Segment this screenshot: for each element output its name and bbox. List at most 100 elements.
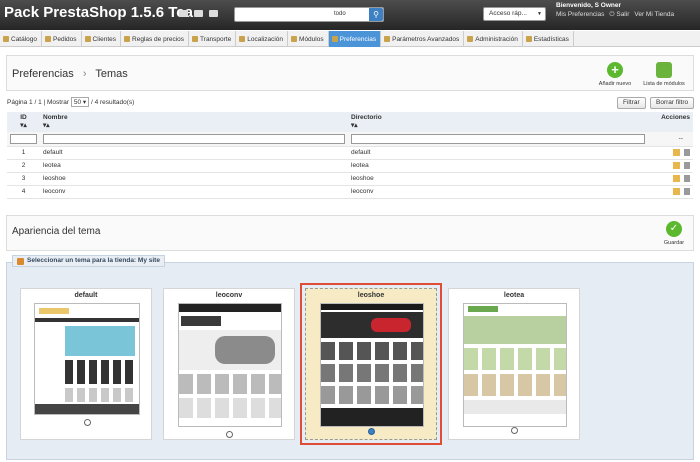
tab-shipping[interactable]: Transporte bbox=[189, 31, 237, 47]
breadcrumb: Preferencias › Temas bbox=[12, 68, 128, 80]
page-title: Temas bbox=[95, 68, 128, 80]
filter-button[interactable]: Filtrar bbox=[617, 97, 646, 109]
preferences-icon bbox=[331, 36, 338, 42]
per-page-select[interactable]: 50 ▾ bbox=[70, 97, 90, 107]
tab-price-rules[interactable]: Reglas de precios bbox=[121, 31, 190, 47]
chevron-down-icon: ▼ bbox=[537, 11, 542, 17]
filter-id-input[interactable] bbox=[10, 133, 37, 144]
theme-name: leotea bbox=[503, 292, 525, 299]
theme-preview-leoconv bbox=[178, 303, 282, 427]
my-preferences-link[interactable]: Mis Preferencias bbox=[556, 11, 604, 19]
tab-localization[interactable]: Localización bbox=[236, 31, 289, 47]
cart-icon[interactable] bbox=[179, 10, 188, 17]
theme-legend: Seleccionar un tema para la tienda: My s… bbox=[12, 255, 165, 267]
shipping-icon bbox=[192, 36, 199, 42]
administration-icon bbox=[467, 36, 474, 42]
welcome-text: Bienvenido, S Owner bbox=[556, 2, 622, 9]
save-button[interactable]: ✓ Guardar bbox=[660, 221, 688, 246]
catalog-icon bbox=[3, 36, 9, 42]
theme-name: leoshoe bbox=[357, 292, 385, 299]
appearance-panel bbox=[6, 215, 694, 251]
tab-stats[interactable]: Estadísticas bbox=[523, 31, 574, 47]
column-id[interactable]: ID ▾▴ bbox=[7, 112, 40, 132]
reset-filter-button[interactable]: Borrar filtro bbox=[650, 97, 695, 109]
delete-icon[interactable] bbox=[684, 175, 690, 182]
edit-icon[interactable] bbox=[673, 188, 680, 195]
filter-dash: -- bbox=[648, 132, 693, 147]
theme-preview-default bbox=[34, 303, 140, 415]
module-list-label: Lista de módulos bbox=[643, 81, 685, 87]
add-new-label: Añadir nuevo bbox=[598, 81, 632, 87]
tab-administration[interactable]: Administración bbox=[464, 31, 523, 47]
theme-preview-leotea bbox=[463, 303, 567, 427]
check-icon: ✓ bbox=[666, 221, 682, 237]
search-button[interactable]: ⚲ bbox=[369, 8, 383, 21]
breadcrumb-parent[interactable]: Preferencias bbox=[12, 68, 74, 80]
column-name[interactable]: Nombre ▾▴ bbox=[40, 112, 348, 132]
main-menu: Catálogo Pedidos Clientes Reglas de prec… bbox=[0, 31, 700, 47]
edit-icon[interactable] bbox=[673, 162, 680, 169]
theme-preview-leoshoe bbox=[320, 303, 424, 427]
customers-icon bbox=[84, 36, 91, 42]
search-icon: ⚲ bbox=[373, 10, 379, 19]
table-row[interactable]: 3 leoshoe leoshoe bbox=[7, 172, 693, 186]
add-icon: + bbox=[607, 62, 623, 78]
theme-name: default bbox=[74, 292, 98, 299]
theme-name: leoconv bbox=[215, 292, 243, 299]
theme-radio-leoconv[interactable] bbox=[226, 431, 233, 438]
modules-icon bbox=[291, 36, 298, 42]
shop-title: Pack PrestaShop 1.5.6 Tea bbox=[4, 4, 193, 21]
filter-name-input[interactable] bbox=[43, 133, 345, 144]
quick-access-label: Acceso ráp... bbox=[489, 10, 527, 17]
tab-preferences[interactable]: Preferencias bbox=[328, 31, 382, 47]
delete-icon[interactable] bbox=[684, 188, 690, 195]
table-row[interactable]: 2 leotea leotea bbox=[7, 159, 693, 173]
logout-link[interactable]: ⏻ Salir bbox=[609, 11, 629, 19]
theme-card-leoconv[interactable]: leoconv bbox=[163, 288, 295, 440]
puzzle-icon bbox=[656, 62, 672, 78]
pagination: Página 1 / 1 | Mostrar 50 ▾ / 4 resultad… bbox=[7, 97, 134, 107]
delete-icon[interactable] bbox=[684, 162, 690, 169]
delete-icon[interactable] bbox=[684, 149, 690, 156]
advanced-parameters-icon bbox=[384, 36, 391, 42]
save-label: Guardar bbox=[663, 240, 685, 246]
results-count: / 4 resultado(s) bbox=[90, 99, 135, 106]
orders-icon bbox=[45, 36, 52, 42]
tab-customers[interactable]: Clientes bbox=[82, 31, 122, 47]
edit-icon[interactable] bbox=[673, 149, 680, 156]
pagination-label: Página 1 / 1 | Mostrar bbox=[7, 99, 70, 106]
appearance-title: Apariencia del tema bbox=[12, 226, 101, 237]
customers-icon[interactable] bbox=[194, 10, 203, 17]
column-actions: Acciones bbox=[648, 112, 693, 132]
tab-catalog[interactable]: Catálogo bbox=[0, 31, 43, 47]
palette-icon bbox=[17, 257, 24, 265]
edit-icon[interactable] bbox=[673, 175, 680, 182]
search-scope-select[interactable]: todo bbox=[331, 8, 371, 21]
breadcrumb-separator: › bbox=[82, 68, 87, 80]
localization-icon bbox=[239, 36, 246, 42]
theme-radio-default[interactable] bbox=[84, 419, 91, 426]
filter-directory-input[interactable] bbox=[351, 133, 645, 144]
price-rules-icon bbox=[124, 36, 131, 42]
tab-advanced-parameters[interactable]: Parámetros Avanzados bbox=[381, 31, 465, 47]
theme-radio-leotea[interactable] bbox=[511, 427, 518, 434]
view-shop-link[interactable]: Ver Mi Tienda bbox=[634, 11, 674, 19]
table-row[interactable]: 1 default default bbox=[7, 146, 693, 160]
module-list-button[interactable]: Lista de módulos bbox=[638, 62, 690, 87]
header-icons bbox=[179, 10, 218, 17]
search-box[interactable]: todo ⚲ bbox=[234, 7, 384, 22]
add-new-button[interactable]: + Añadir nuevo bbox=[593, 62, 637, 87]
tab-orders[interactable]: Pedidos bbox=[42, 31, 82, 47]
tab-modules[interactable]: Módulos bbox=[288, 31, 329, 47]
theme-card-default[interactable]: default bbox=[20, 288, 152, 440]
theme-card-leotea[interactable]: leotea bbox=[448, 288, 580, 440]
themes-table: ID ▾▴ Nombre ▾▴ Directorio ▾▴ Acciones -- 1… bbox=[7, 112, 693, 199]
theme-card-leoshoe[interactable]: leoshoe bbox=[300, 283, 442, 445]
stats-icon bbox=[525, 36, 532, 42]
column-directory[interactable]: Directorio ▾▴ bbox=[348, 112, 648, 132]
top-header: Pack PrestaShop 1.5.6 Tea todo ⚲ Acceso … bbox=[0, 0, 700, 30]
theme-radio-leoshoe[interactable] bbox=[368, 428, 375, 435]
quick-access-select[interactable]: Acceso ráp... ▼ bbox=[483, 7, 546, 21]
messages-icon[interactable] bbox=[209, 10, 218, 17]
table-row[interactable]: 4 leoconv leoconv bbox=[7, 185, 693, 199]
